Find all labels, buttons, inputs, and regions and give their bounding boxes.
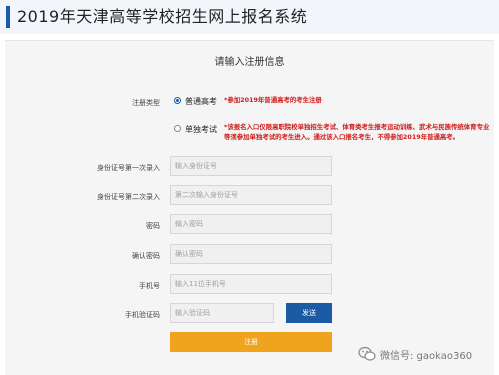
regular-exam-note: *参加2019年普通高考的考生注册 [224,96,322,104]
sms-code-input[interactable]: 输入验证码 [170,303,274,323]
phone-label: 手机号 [139,282,160,290]
id-number-second-label: 身份证号第二次录入 [97,193,160,201]
id-number-first-label: 身份证号第一次录入 [97,164,160,172]
wechat-icon [358,346,376,361]
header-accent-bar [6,6,10,28]
form-panel [5,40,494,375]
phone-input[interactable]: 输入11位手机号 [170,274,332,294]
radio-regular-exam[interactable] [174,97,181,104]
id-number-first-input[interactable]: 输入身份证号 [170,156,332,176]
confirm-password-label: 确认密码 [132,252,160,260]
password-input[interactable]: 输入密码 [170,214,332,234]
page-header: 2019年天津高等学校招生网上报名系统 [0,0,499,34]
send-code-button[interactable]: 发送 [286,303,332,323]
radio-independent-exam-label[interactable]: 单独考试 [185,124,217,135]
radio-regular-exam-label[interactable]: 普通高考 [185,96,217,107]
id-number-second-input[interactable]: 第二次输入身份证号 [170,185,332,205]
confirm-password-input[interactable]: 确认密码 [170,244,332,264]
independent-exam-note: *该报名入口仅限高职院校单独招生考试、体育类考生报考运动训练、武术与民族传统体育… [224,123,490,141]
sms-code-label: 手机验证码 [125,311,160,319]
form-title: 请输入注册信息 [214,57,285,68]
page-title: 2019年天津高等学校招生网上报名系统 [17,7,308,26]
radio-independent-exam[interactable] [174,125,181,132]
watermark-text: 微信号: gaokao360 [380,351,473,362]
register-button[interactable]: 注册 [170,332,332,352]
password-label: 密码 [146,222,160,230]
registration-type-label: 注册类型 [132,99,160,107]
